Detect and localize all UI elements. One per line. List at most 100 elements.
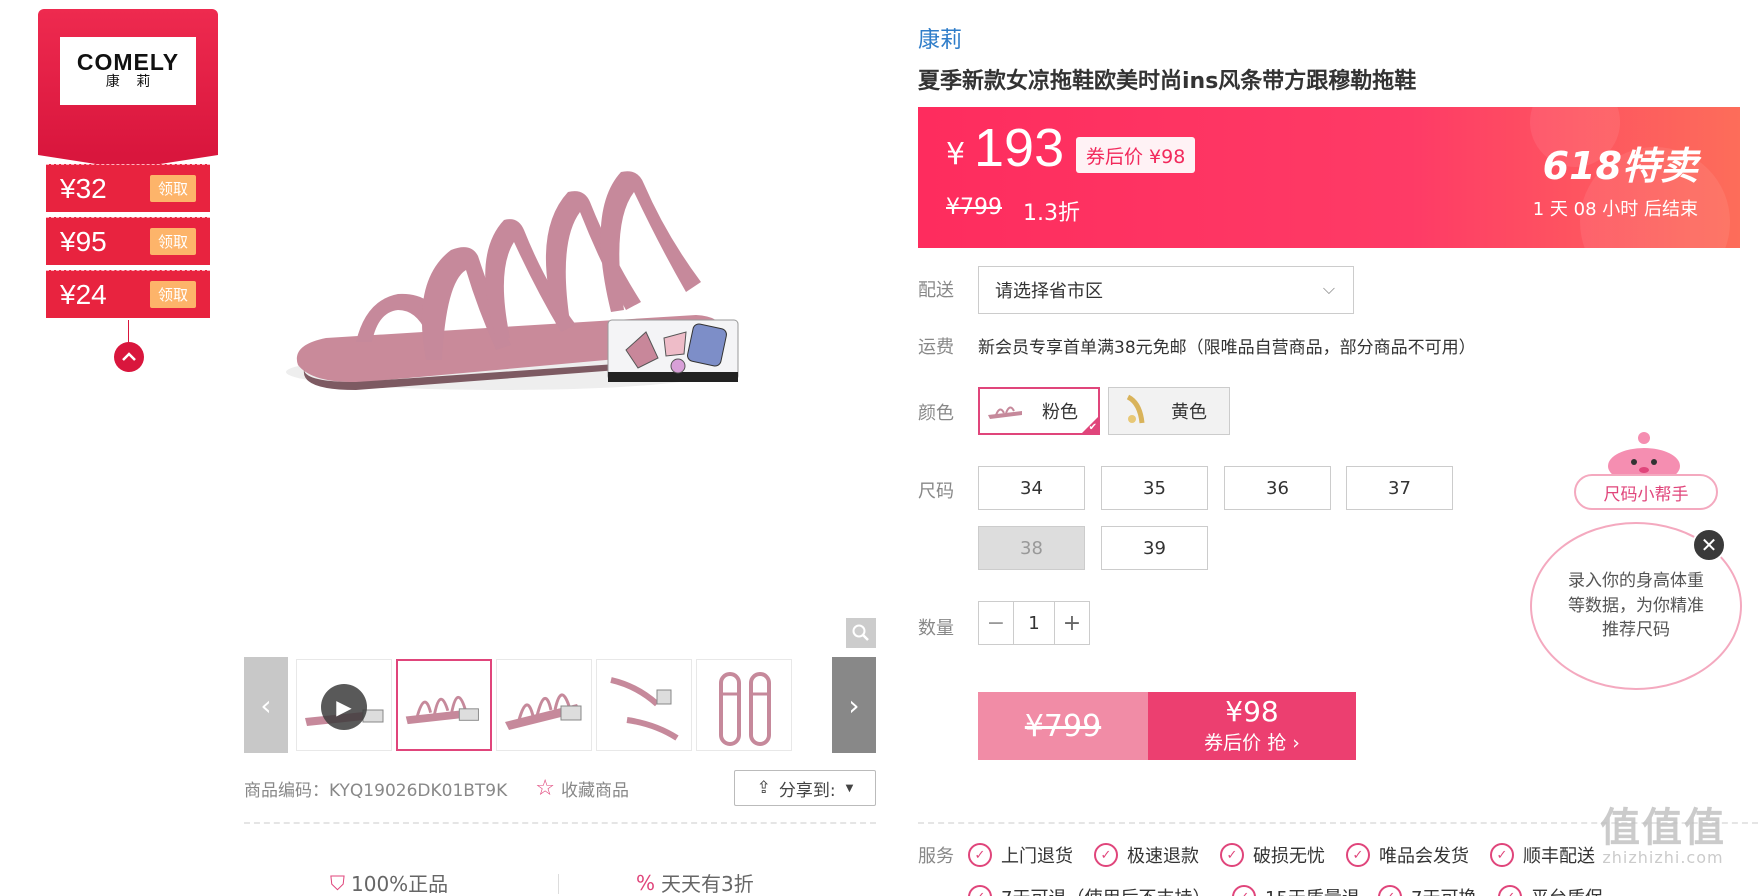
thumb-sandal-image xyxy=(505,693,582,730)
coupon-price-badge: 券后价 ¥98 xyxy=(1076,137,1196,173)
size-option-disabled: 38 xyxy=(978,526,1085,570)
product-meta-row: 商品编码：KYQ19026DK01BT9K ☆ 收藏商品 ⇪ 分享到: ▼ xyxy=(244,770,876,806)
buy-price: ¥98 xyxy=(1225,695,1279,729)
services-label: 服务 xyxy=(918,846,954,867)
region-select[interactable]: 请选择省市区 ⌵ xyxy=(978,266,1354,314)
service-item: ✓ 7天可换 xyxy=(1378,884,1476,896)
original-price: ¥799 xyxy=(946,195,1002,220)
yellow-sandal-swatch xyxy=(1113,391,1157,431)
brand-card[interactable]: COMELY 康 莉 xyxy=(38,9,218,169)
coupon-amount: ¥32 xyxy=(60,172,107,204)
pink-sandal-swatch xyxy=(984,391,1028,431)
color-option-pink[interactable]: 粉色 ✔ xyxy=(978,387,1100,435)
size-option[interactable]: 39 xyxy=(1101,526,1208,570)
caret-down-icon: ▼ xyxy=(845,782,854,794)
check-circle-icon: ✓ xyxy=(1232,885,1256,896)
shield-icon: ⛉ xyxy=(330,870,345,895)
check-icon: ✔ xyxy=(1088,422,1097,433)
thumbnail-item[interactable] xyxy=(496,659,592,751)
discount-rate: 1.3折 xyxy=(1023,201,1080,226)
brand-logo: COMELY 康 莉 xyxy=(60,37,196,105)
guarantee-label: 天天有3折 xyxy=(661,872,754,896)
quantity-increment[interactable]: + xyxy=(1055,602,1089,644)
favorite-button[interactable]: ☆ 收藏商品 xyxy=(535,776,629,801)
thumb-sandal-image xyxy=(405,695,479,725)
service-item-label: 7天可退（使用后不支持） xyxy=(1001,884,1210,896)
service-item-label: 唯品会发货 xyxy=(1379,846,1469,867)
brand-logo-cn: 康 莉 xyxy=(105,74,157,91)
magnifier-icon[interactable] xyxy=(846,618,876,648)
product-title: 夏季新款女凉拖鞋欧美时尚ins风条带方跟穆勒拖鞋 xyxy=(918,69,1417,94)
brand-link[interactable]: 康莉 xyxy=(918,22,962,54)
thumb-sandal-image xyxy=(610,677,679,741)
service-item-label: 破损无忧 xyxy=(1253,846,1325,867)
coupon-list: ¥32 领取 ¥95 领取 ¥24 领取 xyxy=(46,164,210,323)
service-item: ✓ 唯品会发货 xyxy=(1346,842,1469,868)
buy-with-coupon-button[interactable]: ¥98 券后价 抢 › xyxy=(1148,692,1356,760)
chevron-up-icon[interactable] xyxy=(114,342,144,372)
thumbnail-item[interactable] xyxy=(696,659,792,751)
percent-icon: % xyxy=(636,870,656,895)
price-banner: ¥ 193 券后价 ¥98 ¥799 1.3折 618特卖 1 天 08 小时 … xyxy=(918,107,1740,248)
quantity-label: 数量 xyxy=(918,618,954,639)
service-item-label: 7天可换 xyxy=(1411,884,1476,896)
size-option[interactable]: 34 xyxy=(978,466,1085,510)
thumbnail-item[interactable] xyxy=(596,659,692,751)
size-option[interactable]: 37 xyxy=(1346,466,1453,510)
service-item-label: 15天质量退 xyxy=(1265,884,1360,896)
close-icon[interactable]: ✕ xyxy=(1692,528,1726,562)
guarantee-authentic: ⛉ 100%正品 xyxy=(330,868,448,896)
sku-code: 商品编码：KYQ19026DK01BT9K xyxy=(244,780,508,801)
thumb-sandal-image xyxy=(719,672,771,746)
coupon-item[interactable]: ¥32 领取 xyxy=(46,164,210,212)
coupon-item[interactable]: ¥95 领取 xyxy=(46,217,210,265)
share-dropdown[interactable]: ⇪ 分享到: ▼ xyxy=(734,770,876,806)
size-helper-text: 录入你的身高体重等数据，为你精准推荐尺码 xyxy=(1568,571,1704,641)
service-item-label: 平台质保 xyxy=(1531,884,1603,896)
check-circle-icon: ✓ xyxy=(1094,843,1118,867)
service-item: ✓ 顺丰配送 xyxy=(1490,842,1595,868)
color-option-yellow[interactable]: 黄色 xyxy=(1108,387,1230,435)
service-item: ✓ 破损无忧 xyxy=(1220,842,1325,868)
check-circle-icon: ✓ xyxy=(1220,843,1244,867)
coupon-claim-button[interactable]: 领取 xyxy=(149,228,196,255)
size-label: 尺码 xyxy=(918,481,954,502)
quantity-input[interactable]: 1 xyxy=(1013,602,1055,644)
check-circle-icon: ✓ xyxy=(1498,885,1522,896)
delivery-label: 配送 xyxy=(918,280,954,301)
countdown-timer: 1 天 08 小时 后结束 xyxy=(1532,199,1698,220)
shipping-label: 运费 xyxy=(918,337,954,358)
quantity-decrement[interactable]: − xyxy=(979,602,1013,644)
service-item: ✓ 15天质量退 xyxy=(1232,884,1360,896)
coupon-item[interactable]: ¥24 领取 xyxy=(46,270,210,318)
original-price-button[interactable]: ¥799 xyxy=(978,692,1148,760)
size-option[interactable]: 36 xyxy=(1224,466,1331,510)
color-label: 颜色 xyxy=(918,403,954,424)
product-main-image[interactable] xyxy=(246,20,876,650)
divider xyxy=(244,822,876,824)
coupon-amount: ¥24 xyxy=(60,278,107,310)
star-icon: ☆ xyxy=(535,775,556,801)
thumbnail-item[interactable] xyxy=(396,659,492,751)
thumb-next-button[interactable]: › xyxy=(832,657,876,753)
guarantee-label: 100%正品 xyxy=(351,872,449,896)
check-circle-icon: ✓ xyxy=(968,843,992,867)
quantity-stepper: − 1 + xyxy=(978,601,1090,645)
brand-logo-en: COMELY xyxy=(76,49,180,76)
site-watermark: 值值值 zhizhizhi.com xyxy=(1600,808,1726,867)
watermark-url: zhizhizhi.com xyxy=(1602,848,1724,867)
collapse-connector xyxy=(128,320,129,342)
region-placeholder: 请选择省市区 xyxy=(995,281,1103,302)
check-circle-icon: ✓ xyxy=(968,885,992,896)
size-option[interactable]: 35 xyxy=(1101,466,1208,510)
thumb-prev-button[interactable]: ‹ xyxy=(244,657,288,753)
play-icon[interactable]: ▶ xyxy=(321,684,367,730)
coupon-claim-button[interactable]: 领取 xyxy=(149,175,196,202)
size-helper-tag[interactable]: 尺码小帮手 xyxy=(1574,474,1718,510)
coupon-claim-button[interactable]: 领取 xyxy=(149,281,196,308)
service-item: ✓ 7天可退（使用后不支持） xyxy=(968,884,1210,896)
thumbnail-video[interactable]: ▶ xyxy=(296,659,392,751)
promo-title: 618特卖 xyxy=(1542,144,1698,188)
currency-symbol: ¥ xyxy=(946,137,966,172)
shipping-info: 新会员专享首单满38元免邮（限唯品自营商品，部分商品不可用） xyxy=(978,338,1476,358)
